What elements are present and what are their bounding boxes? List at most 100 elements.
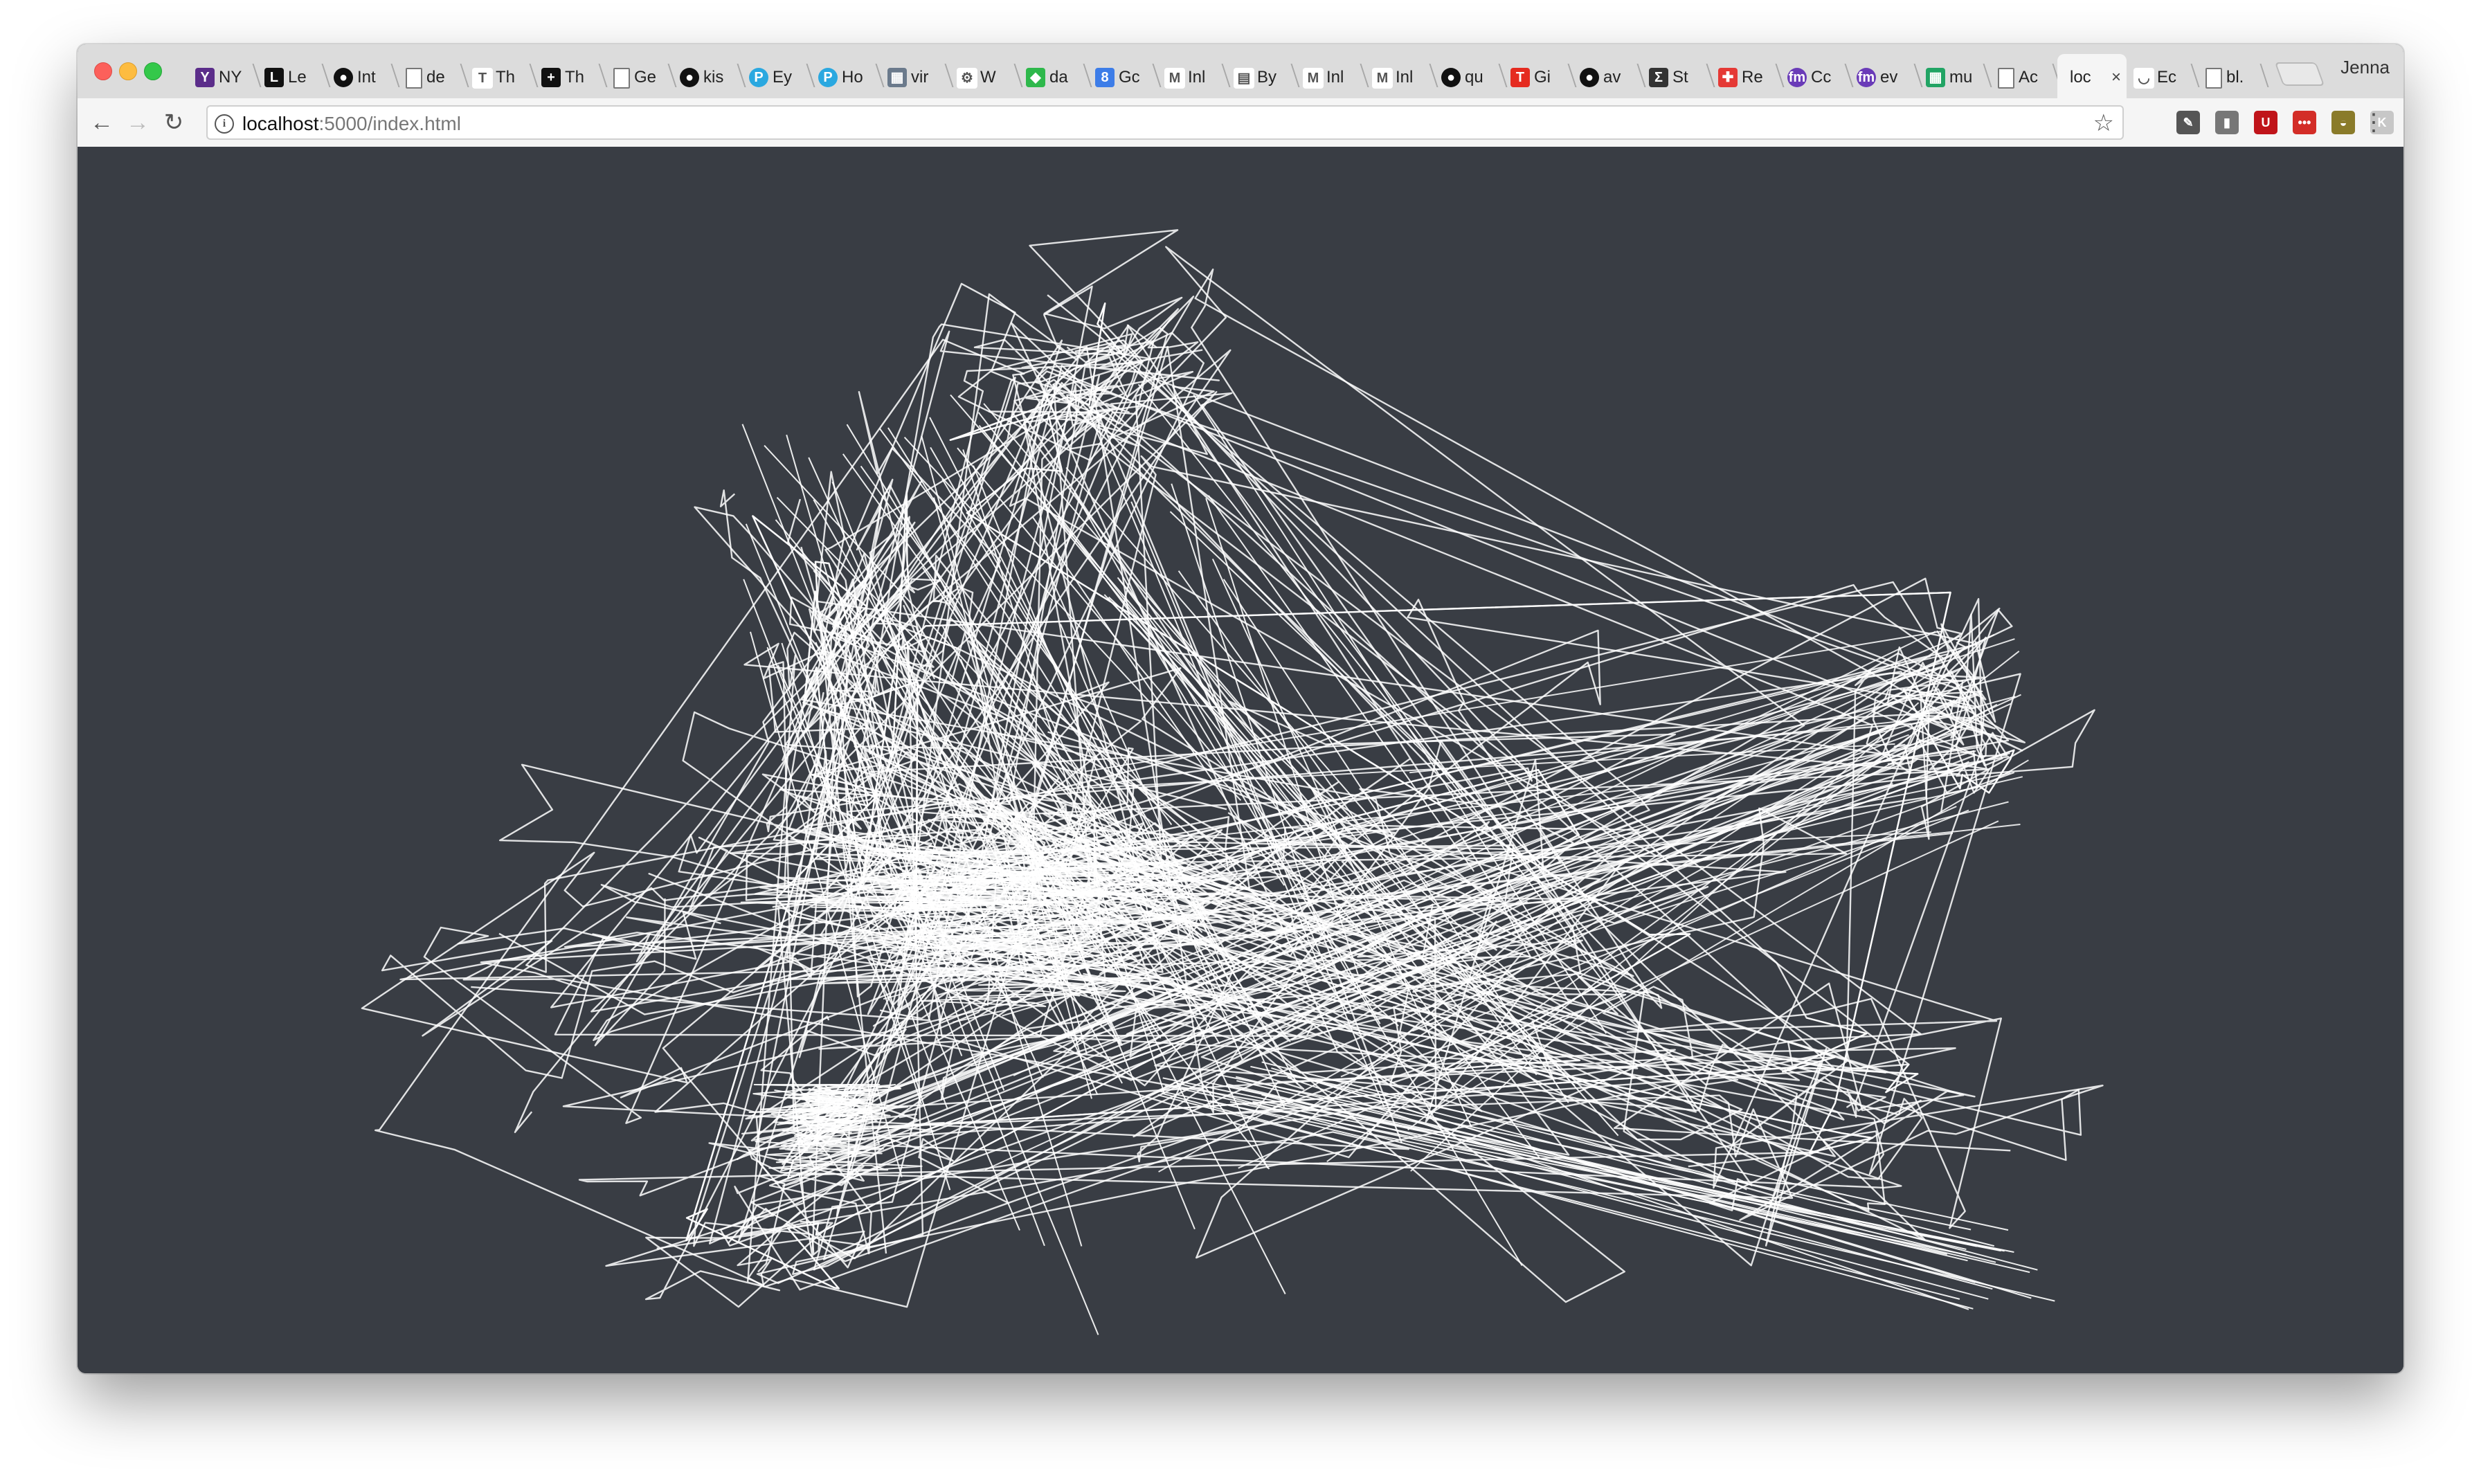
document-icon [2205, 68, 2222, 89]
trace-line [1252, 752, 2010, 963]
browser-tab[interactable]: ● qu [1434, 54, 1508, 98]
fm-circle-icon: fm [1857, 68, 1876, 87]
profile-name[interactable]: Jenna [2340, 57, 2390, 78]
browser-tab[interactable]: de [396, 54, 469, 98]
back-button[interactable]: ← [87, 108, 116, 137]
pot-icon[interactable]: ◒ [2331, 111, 2355, 134]
browser-tab[interactable]: P Ho [811, 54, 885, 98]
tab-title: Re [1742, 68, 1763, 87]
tab-title: Ec [2157, 68, 2177, 87]
document-icon [613, 68, 630, 89]
tab-title: ev [1880, 68, 1898, 87]
browser-tab[interactable]: Σ St [1642, 54, 1715, 98]
info-icon[interactable]: i [215, 114, 234, 134]
browser-tab[interactable]: ⚙ W [950, 54, 1023, 98]
fm-circle-icon: fm [1787, 68, 1807, 87]
tab-active[interactable]: loc × [2057, 54, 2127, 98]
browser-tab[interactable]: L Le [258, 54, 331, 98]
loading-icon: ◡ [2133, 68, 2154, 89]
browser-tab[interactable]: M Inl [1365, 54, 1438, 98]
t-red-icon: T [1510, 68, 1530, 87]
trace-line [498, 308, 2082, 1161]
browser-tab[interactable]: 8 Gc [1088, 54, 1162, 98]
tab-title: Ho [842, 68, 863, 87]
line-drawing-canvas [361, 229, 2104, 1335]
lastpass-icon[interactable]: ••• [2293, 111, 2316, 134]
browser-tab[interactable]: fm Cc [1780, 54, 1854, 98]
tab-title: Inl [1396, 68, 1414, 87]
browser-tab[interactable]: M Inl [1157, 54, 1231, 98]
minimize-window-button[interactable] [119, 62, 137, 80]
url-host: localhost [242, 113, 319, 134]
evernote-icon[interactable]: ✎ [2176, 111, 2200, 134]
url-text[interactable]: localhost:5000/index.html [242, 114, 461, 134]
browser-tab[interactable]: ● av [1573, 54, 1646, 98]
browser-tab[interactable]: T Gi [1504, 54, 1577, 98]
browser-tab[interactable]: ✚ Re [1711, 54, 1785, 98]
bookmark-star-icon[interactable]: ☆ [2093, 109, 2114, 137]
tab-title: Ey [773, 68, 793, 87]
gmail-icon: M [1303, 68, 1324, 89]
close-window-button[interactable] [94, 62, 112, 80]
browser-tab[interactable]: + Th [534, 54, 608, 98]
github-icon: ● [1580, 68, 1599, 87]
browser-tab[interactable]: ▦ vir [881, 54, 954, 98]
tab-strip: Y NY L Le ● Int de T Th + Th Ge ● kis P Ey P Ho ▦ vir ⚙ W ◆ da 8… [78, 44, 2403, 99]
bookmark-ext-icon[interactable]: ▮ [2215, 111, 2239, 134]
ublock-icon[interactable]: U [2254, 111, 2277, 134]
browser-tab[interactable]: Y NY [188, 54, 262, 98]
browser-tab[interactable]: M Inl [1296, 54, 1369, 98]
browser-tab[interactable]: fm ev [1850, 54, 1923, 98]
browser-window: Y NY L Le ● Int de T Th + Th Ge ● kis P Ey P Ho ▦ vir ⚙ W ◆ da 8… [78, 44, 2403, 1373]
browser-menu-button[interactable]: ⋮ [2362, 108, 2385, 137]
tab-title: av [1603, 68, 1621, 87]
trace-line [1173, 1081, 1989, 1300]
browser-tab[interactable]: ▤ By [1227, 54, 1300, 98]
forward-button[interactable]: → [123, 108, 152, 137]
tab-title: Th [565, 68, 585, 87]
trace-line [1283, 1072, 2038, 1271]
ny-app-icon: Y [195, 68, 215, 87]
close-tab-icon[interactable]: × [2111, 68, 2121, 87]
trace-line [1287, 1076, 1969, 1310]
stackexchange-icon: Σ [1649, 68, 1668, 87]
tab-title: Th [496, 68, 516, 87]
tab-title: Int [357, 68, 376, 87]
tab-title: loc [2070, 68, 2091, 87]
browser-tab[interactable]: T Th [465, 54, 539, 98]
github-icon: ● [680, 68, 699, 87]
p-circle-icon: P [818, 68, 838, 87]
tab-title: Gc [1119, 68, 1140, 87]
browser-tab[interactable]: P Ey [742, 54, 815, 98]
table-icon: ▦ [887, 68, 907, 87]
browser-tab[interactable]: ◆ da [1019, 54, 1092, 98]
document-icon [406, 68, 422, 89]
tab-title: St [1672, 68, 1688, 87]
url-path: :5000/index.html [318, 113, 461, 134]
le-icon: L [264, 68, 284, 87]
red-cross-icon: ✚ [1718, 68, 1738, 87]
browser-tab[interactable]: ● Int [327, 54, 400, 98]
browser-tab[interactable]: ◡ Ec [2127, 54, 2200, 98]
browser-tab[interactable]: Ge [604, 54, 677, 98]
tab-title: Gi [1534, 68, 1551, 87]
maximize-window-button[interactable] [144, 62, 162, 80]
tab-title: vir [911, 68, 929, 87]
browser-tab[interactable]: Ac [1988, 54, 2062, 98]
browser-tab[interactable]: ● kis [673, 54, 746, 98]
calendar-icon: 8 [1095, 68, 1115, 87]
browser-tab[interactable]: ▦ mu [1919, 54, 1992, 98]
tab-title: da [1049, 68, 1068, 87]
tab-separator [2259, 64, 2269, 87]
tab-title: NY [219, 68, 242, 87]
address-bar[interactable]: i localhost:5000/index.html ☆ [206, 105, 2124, 140]
browser-tab[interactable]: bl. [2196, 54, 2269, 98]
new-tab-button[interactable] [2274, 62, 2325, 86]
gmail-icon: M [1372, 68, 1393, 89]
github-icon: ● [334, 68, 353, 87]
p-circle-icon: P [749, 68, 768, 87]
sheets-icon: ▦ [1926, 68, 1945, 87]
tab-title: Cc [1811, 68, 1832, 87]
reload-button[interactable]: ↻ [159, 108, 188, 137]
wheel-icon: ⚙ [957, 68, 977, 89]
